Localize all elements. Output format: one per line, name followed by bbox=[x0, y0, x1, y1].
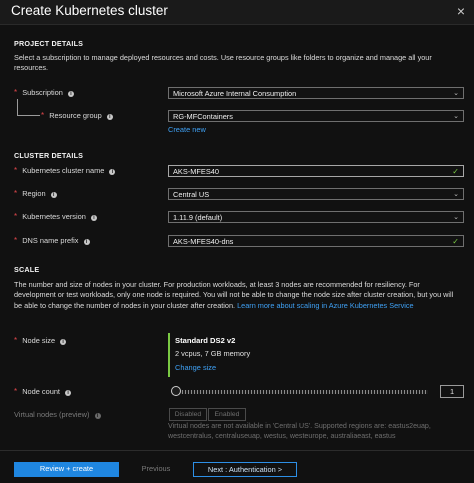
close-icon[interactable]: × bbox=[457, 3, 465, 19]
cluster-name-value: AKS-MFES40 bbox=[173, 167, 220, 176]
virtual-nodes-label-row: Virtual nodes (preview) i bbox=[14, 410, 101, 419]
required-marker: * bbox=[14, 387, 18, 396]
cluster-name-label-row: * Kubernetes cluster name i bbox=[14, 166, 116, 175]
chevron-down-icon: ⌄ bbox=[453, 214, 459, 221]
info-icon[interactable]: i bbox=[83, 239, 90, 245]
kubernetes-version-label-row: * Kubernetes version i bbox=[14, 212, 97, 221]
kubernetes-version-value: 1.11.9 (default) bbox=[173, 213, 223, 222]
chevron-down-icon: ⌄ bbox=[453, 90, 459, 97]
chevron-down-icon: ⌄ bbox=[453, 113, 459, 120]
scale-heading: SCALE bbox=[14, 265, 40, 274]
previous-button: Previous bbox=[141, 464, 171, 473]
region-dropdown[interactable]: Central US ⌄ bbox=[168, 188, 464, 200]
virtual-nodes-disabled-option: Disabled bbox=[169, 408, 207, 421]
subscription-value: Microsoft Azure Internal Consumption bbox=[173, 89, 297, 98]
region-value: Central US bbox=[173, 190, 210, 199]
dns-prefix-label: DNS name prefix bbox=[22, 236, 79, 245]
cluster-name-input[interactable]: AKS-MFES40 ✓ bbox=[168, 165, 464, 177]
required-marker: * bbox=[14, 189, 18, 198]
resource-group-tree-connector bbox=[17, 99, 40, 116]
next-authentication-button[interactable]: Next : Authentication > bbox=[193, 462, 297, 477]
node-count-slider-thumb[interactable] bbox=[171, 386, 181, 396]
required-marker: * bbox=[14, 336, 18, 345]
create-new-link[interactable]: Create new bbox=[168, 125, 206, 134]
kubernetes-version-label: Kubernetes version bbox=[22, 212, 86, 221]
required-marker: * bbox=[41, 111, 45, 120]
learn-more-link[interactable]: Learn more about scaling in Azure Kubern… bbox=[237, 301, 413, 310]
review-create-button[interactable]: Review + create bbox=[14, 462, 119, 477]
title-bar: Create Kubernetes cluster × bbox=[0, 0, 474, 25]
node-size-spec: 2 vcpus, 7 GB memory bbox=[175, 349, 251, 358]
kubernetes-version-dropdown[interactable]: 1.11.9 (default) ⌄ bbox=[168, 211, 464, 223]
node-count-label-row: * Node count i bbox=[14, 387, 72, 396]
cluster-details-heading: CLUSTER DETAILS bbox=[14, 151, 84, 160]
region-label: Region bbox=[22, 189, 46, 198]
resource-group-dropdown[interactable]: RG-MFContainers ⌄ bbox=[168, 110, 464, 122]
info-icon[interactable]: i bbox=[50, 192, 57, 198]
chevron-down-icon: ⌄ bbox=[453, 191, 459, 198]
subscription-label: Subscription bbox=[22, 88, 63, 97]
required-marker: * bbox=[14, 212, 18, 221]
check-icon: ✓ bbox=[452, 167, 459, 176]
region-label-row: * Region i bbox=[14, 189, 57, 198]
dns-prefix-value: AKS-MFES40-dns bbox=[173, 237, 234, 246]
subscription-dropdown[interactable]: Microsoft Azure Internal Consumption ⌄ bbox=[168, 87, 464, 99]
cluster-name-label: Kubernetes cluster name bbox=[22, 166, 105, 175]
window-title: Create Kubernetes cluster bbox=[11, 3, 168, 18]
node-size-summary: Standard DS2 v2 2 vcpus, 7 GB memory Cha… bbox=[168, 333, 390, 377]
node-count-slider-track[interactable] bbox=[176, 390, 428, 394]
info-icon[interactable]: i bbox=[109, 169, 116, 175]
virtual-nodes-enabled-option: Enabled bbox=[208, 408, 246, 421]
info-icon: i bbox=[94, 413, 101, 419]
resource-group-label: Resource group bbox=[49, 111, 102, 120]
project-details-heading: PROJECT DETAILS bbox=[14, 39, 84, 48]
node-count-label: Node count bbox=[22, 387, 60, 396]
scale-description: The number and size of nodes in your clu… bbox=[14, 280, 462, 311]
required-marker: * bbox=[14, 236, 18, 245]
node-size-label-row: * Node size i bbox=[14, 336, 67, 345]
resource-group-label-row: * Resource group i bbox=[41, 111, 113, 120]
node-size-name: Standard DS2 v2 bbox=[175, 336, 236, 345]
required-marker: * bbox=[14, 88, 18, 97]
info-icon[interactable]: i bbox=[60, 339, 67, 345]
node-size-label: Node size bbox=[22, 336, 56, 345]
info-icon[interactable]: i bbox=[67, 91, 74, 97]
node-count-input[interactable]: 1 bbox=[440, 385, 464, 398]
info-icon[interactable]: i bbox=[106, 114, 113, 120]
project-description: Select a subscription to manage deployed… bbox=[14, 53, 432, 73]
dns-prefix-input[interactable]: AKS-MFES40-dns ✓ bbox=[168, 235, 464, 247]
change-size-link[interactable]: Change size bbox=[175, 363, 216, 372]
info-icon[interactable]: i bbox=[65, 390, 72, 396]
virtual-nodes-label: Virtual nodes (preview) bbox=[14, 410, 90, 419]
check-icon: ✓ bbox=[452, 237, 459, 246]
subscription-label-row: * Subscription i bbox=[14, 88, 74, 97]
virtual-nodes-note: Virtual nodes are not available in 'Cent… bbox=[168, 422, 431, 440]
info-icon[interactable]: i bbox=[90, 215, 97, 221]
resource-group-value: RG-MFContainers bbox=[173, 112, 233, 121]
dns-prefix-label-row: * DNS name prefix i bbox=[14, 236, 90, 245]
required-marker: * bbox=[14, 166, 18, 175]
